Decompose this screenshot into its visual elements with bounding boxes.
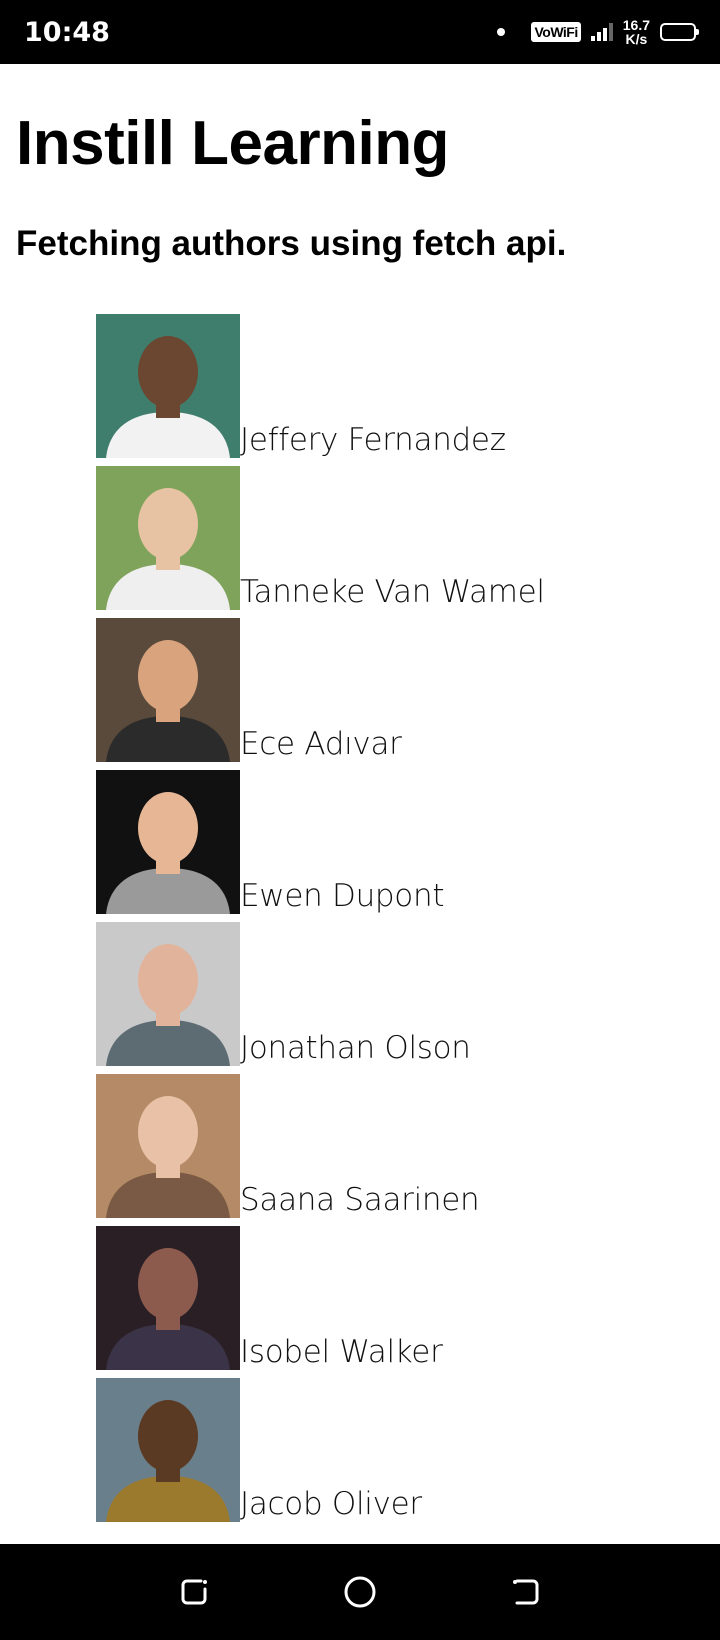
author-item: Jeffery Fernandez [96, 306, 545, 458]
author-name: Jeffery Fernandez [240, 422, 506, 458]
author-name: Jonathan Olson [240, 1030, 471, 1066]
author-name: Jacob Oliver [240, 1486, 422, 1522]
status-time: 10:48 [24, 16, 110, 48]
signal-strength-icon [590, 23, 613, 41]
page-content: Instill Learning Fetching authors using … [0, 64, 720, 1544]
battery-icon [660, 23, 699, 41]
author-item: Isobel Walker [96, 1218, 545, 1370]
page-subtitle: Fetching authors using fetch api. [16, 224, 567, 263]
recent-apps-button[interactable] [176, 1574, 212, 1610]
home-button[interactable] [342, 1574, 378, 1610]
author-name: Ece Adıvar [240, 726, 402, 762]
status-bar: 10:48 VoWiFi 16.7 K/s [0, 0, 720, 64]
notification-dot-icon [497, 28, 506, 36]
author-name: Ewen Dupont [240, 878, 445, 914]
page-title: Instill Learning [16, 109, 449, 178]
author-name: Isobel Walker [240, 1334, 443, 1370]
home-icon [344, 1576, 376, 1608]
back-button[interactable] [508, 1574, 544, 1610]
author-item: Ece Adıvar [96, 610, 545, 762]
network-speed-unit: K/s [625, 31, 648, 47]
author-item: Jacob Oliver [96, 1370, 545, 1522]
author-list: Jeffery Fernandez Tanneke Van Wamel Ece Ad… [96, 306, 545, 1522]
back-icon [513, 1579, 539, 1605]
network-speed: 16.7 K/s [623, 18, 650, 46]
author-item: Tanneke Van Wamel [96, 458, 545, 610]
author-avatar [96, 770, 240, 914]
author-name: Tanneke Van Wamel [240, 574, 545, 610]
author-avatar [96, 466, 240, 610]
author-avatar [96, 922, 240, 1066]
author-avatar [96, 618, 240, 762]
recent-apps-icon [181, 1579, 207, 1605]
author-item: Saana Saarinen [96, 1066, 545, 1218]
author-avatar [96, 1226, 240, 1370]
author-item: Ewen Dupont [96, 762, 545, 914]
author-name: Saana Saarinen [240, 1182, 480, 1218]
author-item: Jonathan Olson [96, 914, 545, 1066]
author-avatar [96, 1378, 240, 1522]
status-icons: VoWiFi 16.7 K/s [497, 18, 699, 46]
navigation-bar [0, 1544, 720, 1640]
author-avatar [96, 314, 240, 458]
vowifi-icon: VoWiFi [531, 22, 581, 42]
author-avatar [96, 1074, 240, 1218]
